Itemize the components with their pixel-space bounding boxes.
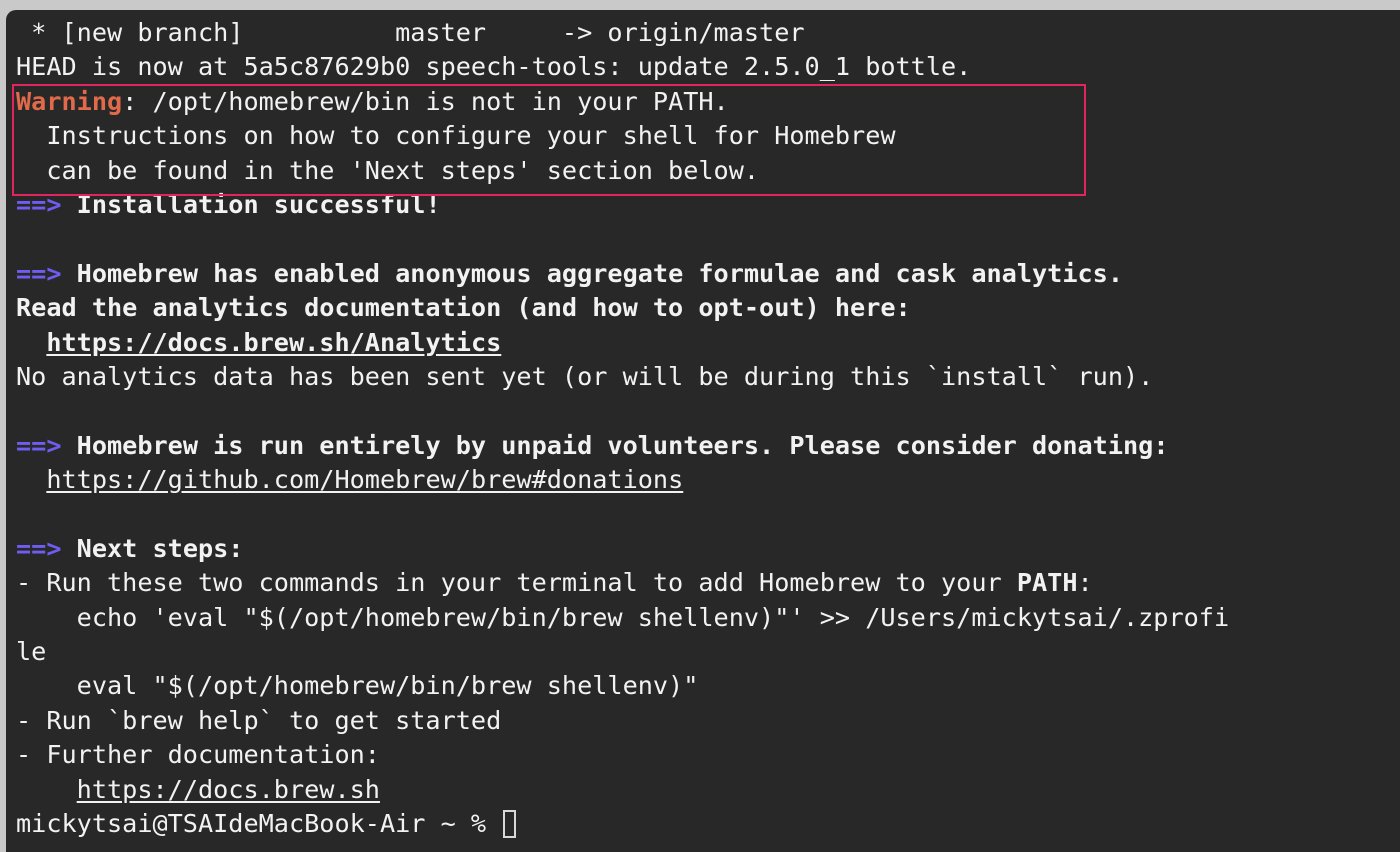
colon: :	[1077, 568, 1093, 598]
analytics-heading-text: Homebrew has enabled anonymous aggregate…	[61, 258, 1123, 288]
warning-line: Warning: /opt/homebrew/bin is not in you…	[16, 85, 1400, 119]
warning-text: : /opt/homebrew/bin is not in your PATH.	[122, 86, 729, 116]
analytics-read-line: Read the analytics documentation (and ho…	[16, 293, 911, 323]
brew-help-line: - Run `brew help` to get started	[16, 705, 502, 735]
path-word: PATH	[1016, 568, 1078, 598]
next-steps-heading-line: ==> Next steps:	[16, 532, 1400, 566]
further-docs-line: - Further documentation:	[16, 740, 380, 770]
analytics-heading-line: ==> Homebrew has enabled anonymous aggre…	[16, 257, 1400, 291]
installation-success-line: ==> Installation successful!	[16, 188, 1400, 222]
warning-label: Warning	[16, 86, 123, 116]
shell-prompt: mickytsai@TSAIdeMacBook-Air ~ %	[16, 808, 502, 838]
docs-link[interactable]: https://docs.brew.sh	[77, 775, 380, 804]
arrow-marker: ==>	[16, 533, 62, 563]
analytics-none-line: No analytics data has been sent yet (or …	[16, 361, 1154, 391]
donate-link[interactable]: https://github.com/Homebrew/brew#donatio…	[46, 465, 683, 494]
arrow-marker: ==>	[16, 189, 62, 219]
warning-next-steps-line: can be found in the 'Next steps' section…	[16, 155, 760, 185]
installation-success-text: Installation successful!	[61, 189, 441, 219]
warning-instructions-line: Instructions on how to configure your sh…	[16, 121, 896, 151]
git-branch-line: * [new branch] master -> origin/master	[16, 18, 805, 47]
donate-heading-line: ==> Homebrew is run entirely by unpaid v…	[16, 429, 1400, 463]
next-steps-heading-text: Next steps:	[61, 533, 244, 563]
run-commands-line: - Run these two commands in your termina…	[16, 566, 1400, 600]
head-status-line: HEAD is now at 5a5c87629b0 speech-tools:…	[16, 52, 972, 82]
eval-command-line: eval "$(/opt/homebrew/bin/brew shellenv)…	[16, 671, 699, 701]
donate-heading-text: Homebrew is run entirely by unpaid volun…	[61, 430, 1169, 460]
analytics-link-line: https://docs.brew.sh/Analytics	[16, 326, 1400, 360]
arrow-marker: ==>	[16, 258, 62, 288]
analytics-link[interactable]: https://docs.brew.sh/Analytics	[46, 328, 501, 357]
donate-link-line: https://github.com/Homebrew/brew#donatio…	[16, 463, 1400, 497]
run-commands-text: - Run these two commands in your termina…	[16, 568, 1017, 598]
echo-command-line: echo 'eval "$(/opt/homebrew/bin/brew she…	[16, 602, 1230, 632]
echo-command-wrap-line: le	[16, 637, 47, 667]
docs-link-line: https://docs.brew.sh	[16, 773, 1400, 807]
prompt-line[interactable]: mickytsai@TSAIdeMacBook-Air ~ %	[16, 807, 1400, 841]
text-cursor	[503, 809, 517, 838]
terminal-window[interactable]: * [new branch] master -> origin/master H…	[6, 10, 1400, 852]
arrow-marker: ==>	[16, 430, 62, 460]
